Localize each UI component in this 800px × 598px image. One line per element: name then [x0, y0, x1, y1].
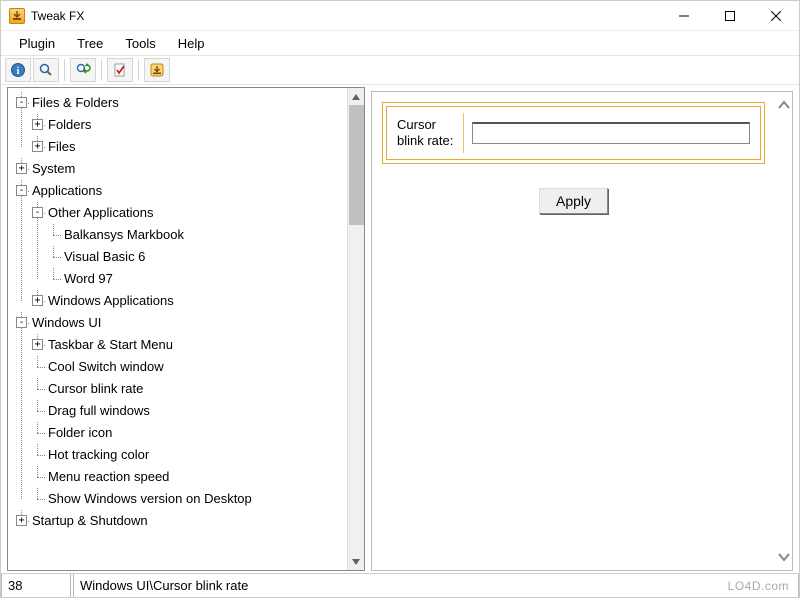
collapse-icon[interactable]: -	[32, 207, 43, 218]
tree-node[interactable]: +Windows Applications	[30, 290, 347, 312]
close-button[interactable]	[753, 1, 799, 31]
tree-node-label[interactable]: Hot tracking color	[46, 447, 151, 462]
tree-node-label[interactable]: Files	[46, 139, 77, 154]
tree-node[interactable]: Drag full windows	[30, 400, 347, 422]
collapse-icon[interactable]: -	[16, 317, 27, 328]
window-controls	[661, 1, 799, 31]
tree-node[interactable]: +Taskbar & Start Menu	[30, 334, 347, 356]
tree-node[interactable]: Balkansys Markbook	[46, 224, 347, 246]
tree-node[interactable]: +Startup & Shutdown	[14, 510, 347, 532]
tree-node[interactable]: -Windows UI +Taskbar & Start Menu Cool Swi…	[14, 312, 347, 510]
toolbar-validate-button[interactable]	[107, 58, 133, 82]
toolbar-refresh-search-button[interactable]	[70, 58, 96, 82]
status-count: 38	[1, 574, 71, 597]
tree-node[interactable]: Folder icon	[30, 422, 347, 444]
tree-node[interactable]: +System	[14, 158, 347, 180]
setting-input-box	[464, 122, 754, 144]
expand-icon[interactable]: +	[32, 295, 43, 306]
expand-icon[interactable]: +	[32, 339, 43, 350]
toolbar-import-button[interactable]	[144, 58, 170, 82]
toolbar-info-button[interactable]: i	[5, 58, 31, 82]
scroll-down-icon[interactable]	[777, 550, 791, 564]
tree-node-label[interactable]: Taskbar & Start Menu	[46, 337, 175, 352]
tree-node-label[interactable]: Drag full windows	[46, 403, 152, 418]
menu-help[interactable]: Help	[168, 34, 215, 53]
menu-tools[interactable]: Tools	[115, 34, 165, 53]
svg-text:i: i	[17, 66, 20, 77]
tree-node[interactable]: -Applications-Other ApplicationsBalkansy…	[14, 180, 347, 312]
toolbar-search-button[interactable]	[33, 58, 59, 82]
tree-node-label[interactable]: Balkansys Markbook	[62, 227, 186, 242]
tree-node-label[interactable]: Applications	[30, 183, 104, 198]
titlebar: Tweak FX	[1, 1, 799, 31]
cursor-blink-rate-input[interactable]	[472, 122, 750, 144]
tree-node[interactable]: Hot tracking color	[30, 444, 347, 466]
toolbar-separator	[138, 59, 139, 81]
minimize-button[interactable]	[661, 1, 707, 31]
menu-plugin[interactable]: Plugin	[9, 34, 65, 53]
scroll-up-icon[interactable]	[777, 98, 791, 112]
tree-node[interactable]: Menu reaction speed	[30, 466, 347, 488]
expand-icon[interactable]: +	[32, 119, 43, 130]
tree-node-label[interactable]: Visual Basic 6	[62, 249, 147, 264]
status-path: Windows UI\Cursor blink rate	[73, 574, 799, 597]
scroll-down-button[interactable]	[348, 553, 365, 570]
apply-button[interactable]: Apply	[539, 188, 608, 214]
detail-scrollbar[interactable]	[775, 92, 792, 570]
tree-node[interactable]: -Files & Folders+Folders+Files	[14, 92, 347, 158]
tree-node[interactable]: -Other Applications Balkansys Markbook Vis…	[30, 202, 347, 290]
scroll-up-button[interactable]	[348, 88, 365, 105]
expand-icon[interactable]: +	[16, 163, 27, 174]
tree-node-label[interactable]: Windows Applications	[46, 293, 176, 308]
toolbar-separator	[101, 59, 102, 81]
tree-node-label[interactable]: Word 97	[62, 271, 115, 286]
collapse-icon[interactable]: -	[16, 97, 27, 108]
tree-node-label[interactable]: Files & Folders	[30, 95, 121, 110]
tree-node[interactable]: Visual Basic 6	[46, 246, 347, 268]
expand-icon[interactable]: +	[16, 515, 27, 526]
tree-node-label[interactable]: Menu reaction speed	[46, 469, 171, 484]
tree-node-label[interactable]: Other Applications	[46, 205, 156, 220]
statusbar: 38 Windows UI\Cursor blink rate	[1, 573, 799, 597]
toolbar: i	[1, 55, 799, 85]
menu-tree[interactable]: Tree	[67, 34, 113, 53]
tree-node-label[interactable]: Cool Switch window	[46, 359, 166, 374]
detail-panel: Cursor blink rate: Apply	[371, 91, 793, 571]
app-icon	[9, 8, 25, 24]
setting-label-line1: Cursor	[397, 117, 436, 132]
toolbar-separator	[64, 59, 65, 81]
window-title: Tweak FX	[31, 9, 84, 23]
tree-node[interactable]: +Files	[30, 136, 347, 158]
content-area: -Files & Folders+Folders+Files+System-Ap…	[1, 85, 799, 573]
collapse-icon[interactable]: -	[16, 185, 27, 196]
maximize-button[interactable]	[707, 1, 753, 31]
detail-body: Cursor blink rate: Apply	[372, 92, 775, 570]
tree-node-label[interactable]: Cursor blink rate	[46, 381, 145, 396]
tree-node-label[interactable]: Folder icon	[46, 425, 114, 440]
watermark: LO4D.com	[728, 579, 789, 593]
tree-node[interactable]: Cool Switch window	[30, 356, 347, 378]
tree-node-label[interactable]: Windows UI	[30, 315, 103, 330]
tree-node-label[interactable]: Folders	[46, 117, 93, 132]
tree-scrollbar[interactable]	[347, 88, 364, 570]
setting-row: Cursor blink rate:	[386, 106, 761, 160]
setting-label: Cursor blink rate:	[393, 113, 464, 153]
tree-node-label[interactable]: System	[30, 161, 77, 176]
tree-node[interactable]: +Folders	[30, 114, 347, 136]
tree-view[interactable]: -Files & Folders+Folders+Files+System-Ap…	[8, 88, 347, 570]
tree-node[interactable]: Show Windows version on Desktop	[30, 488, 347, 510]
expand-icon[interactable]: +	[32, 141, 43, 152]
tree-node[interactable]: Word 97	[46, 268, 347, 290]
tree-node[interactable]: Cursor blink rate	[30, 378, 347, 400]
setting-label-line2: blink rate:	[397, 133, 453, 148]
setting-frame: Cursor blink rate:	[382, 102, 765, 164]
tree-node-label[interactable]: Startup & Shutdown	[30, 513, 150, 528]
tree-node-label[interactable]: Show Windows version on Desktop	[46, 491, 254, 506]
tree-panel: -Files & Folders+Folders+Files+System-Ap…	[7, 87, 365, 571]
menubar: Plugin Tree Tools Help	[1, 31, 799, 55]
scroll-thumb[interactable]	[349, 105, 364, 225]
